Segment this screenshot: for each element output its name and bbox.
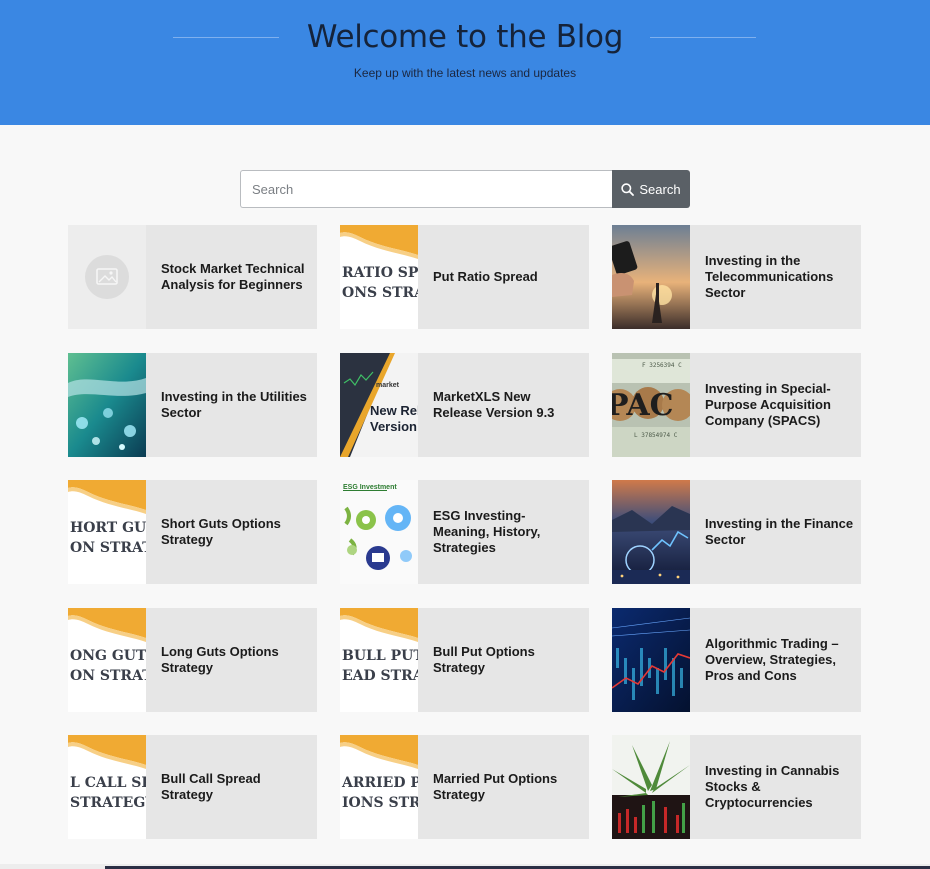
blog-post-card[interactable]: Investing in the Telecommunications Sect… [612,225,861,329]
post-title-link[interactable]: Investing in the Utilities Sector [146,353,317,457]
page-title: Welcome to the Blog [306,19,624,55]
blog-post-card[interactable]: Algorithmic Trading – Overview, Strategi… [612,608,861,712]
post-thumbnail[interactable]: market New Rel Version [340,353,418,457]
svg-text:L 37854974 C: L 37854974 C [634,432,678,439]
blog-post-card[interactable]: ESG Investment ESG Investing- Meaning, Hi… [340,480,589,584]
blog-post-card[interactable]: Investing in the Finance Sector [612,480,861,584]
blog-post-card[interactable]: ARRIED PUT IONS STRATMarried Put Options … [340,735,589,839]
svg-text:BULL PUT: BULL PUT [342,648,418,664]
svg-text:EAD STRA: EAD STRA [342,668,418,684]
blog-post-card[interactable]: RATIO SPR ONS STRATPut Ratio Spread [340,225,589,329]
post-thumbnail[interactable] [68,353,146,457]
svg-text:STRATEGY: STRATEGY [70,795,146,811]
post-thumbnail[interactable]: BULL PUT EAD STRA [340,608,418,712]
svg-text:F 3256394 C: F 3256394 C [642,362,682,369]
blog-post-card[interactable]: Investing in the Utilities Sector [68,353,317,457]
svg-text:PAC: PAC [612,388,674,423]
svg-text:ARRIED PUT: ARRIED PUT [341,775,418,791]
post-title-link[interactable]: Married Put Options Strategy [418,735,589,839]
blog-post-card[interactable]: BULL PUT EAD STRA Bull Put Options Strateg… [340,608,589,712]
search-button[interactable]: Search [612,170,690,208]
svg-text:New Rel: New Rel [370,403,418,418]
svg-text:L CALL SPR: L CALL SPR [70,775,146,791]
blog-post-card[interactable]: Investing in Cannabis Stocks & Cryptocur… [612,735,861,839]
image-placeholder-icon[interactable] [68,225,146,329]
blog-post-card[interactable]: ONG GUT ON STRAT Long Guts Options Strateg… [68,608,317,712]
blog-post-card[interactable]: L CALL SPR STRATEGYBull Call Spread Strat… [68,735,317,839]
blog-post-card[interactable]: market New Rel Version MarketXLS New Releas… [340,353,589,457]
post-title-link[interactable]: Investing in Cannabis Stocks & Cryptocur… [690,735,861,839]
svg-text:ONG GUT: ONG GUT [70,648,146,664]
svg-text:ONS STRAT: ONS STRAT [342,285,418,301]
svg-text:ON STRAT: ON STRAT [70,668,146,684]
post-title-link[interactable]: Bull Put Options Strategy [418,608,589,712]
search-input[interactable] [240,170,612,208]
post-thumbnail[interactable]: ESG Investment [340,480,418,584]
svg-text:Version: Version [370,419,417,434]
post-thumbnail[interactable] [612,735,690,839]
blog-hero: Welcome to the Blog Keep up with the lat… [0,0,930,125]
post-title-link[interactable]: Stock Market Technical Analysis for Begi… [146,225,317,329]
post-title-link[interactable]: Long Guts Options Strategy [146,608,317,712]
svg-text:HORT GUTS: HORT GUTS [70,520,146,536]
blog-post-card[interactable]: Stock Market Technical Analysis for Begi… [68,225,317,329]
blog-post-card[interactable]: F 3256394 C L 37854974 C PAC Investing in S… [612,353,861,457]
post-title-link[interactable]: Investing in the Finance Sector [690,480,861,584]
svg-text:ESG Investment: ESG Investment [343,484,397,491]
post-title-link[interactable]: Put Ratio Spread [418,225,589,329]
search-button-label: Search [639,181,681,197]
svg-text:IONS STRAT: IONS STRAT [342,795,418,811]
post-title-link[interactable]: Algorithmic Trading – Overview, Strategi… [690,608,861,712]
post-title-link[interactable]: Investing in the Telecommunications Sect… [690,225,861,329]
post-title-link[interactable]: MarketXLS New Release Version 9.3 [418,353,589,457]
svg-text:ON STRAT: ON STRAT [70,540,146,556]
post-thumbnail[interactable]: F 3256394 C L 37854974 C PAC [612,353,690,457]
svg-text:RATIO SPR: RATIO SPR [342,265,418,281]
search-bar: Search [240,170,690,208]
svg-text:market: market [376,382,400,389]
post-thumbnail[interactable] [612,608,690,712]
post-thumbnail[interactable]: L CALL SPR STRATEGY [68,735,146,839]
post-title-link[interactable]: ESG Investing- Meaning, History, Strateg… [418,480,589,584]
post-thumbnail[interactable]: RATIO SPR ONS STRAT [340,225,418,329]
blog-post-card[interactable]: HORT GUTS ON STRATShort Guts Options Stra… [68,480,317,584]
post-title-link[interactable]: Bull Call Spread Strategy [146,735,317,839]
search-icon [621,182,635,196]
post-thumbnail[interactable]: HORT GUTS ON STRAT [68,480,146,584]
post-title-link[interactable]: Investing in Special-Purpose Acquisition… [690,353,861,457]
post-thumbnail[interactable] [612,480,690,584]
post-thumbnail[interactable]: ONG GUT ON STRAT [68,608,146,712]
post-thumbnail[interactable]: ARRIED PUT IONS STRAT [340,735,418,839]
post-title-link[interactable]: Short Guts Options Strategy [146,480,317,584]
post-thumbnail[interactable] [612,225,690,329]
page-subtitle: Keep up with the latest news and updates [353,66,577,80]
